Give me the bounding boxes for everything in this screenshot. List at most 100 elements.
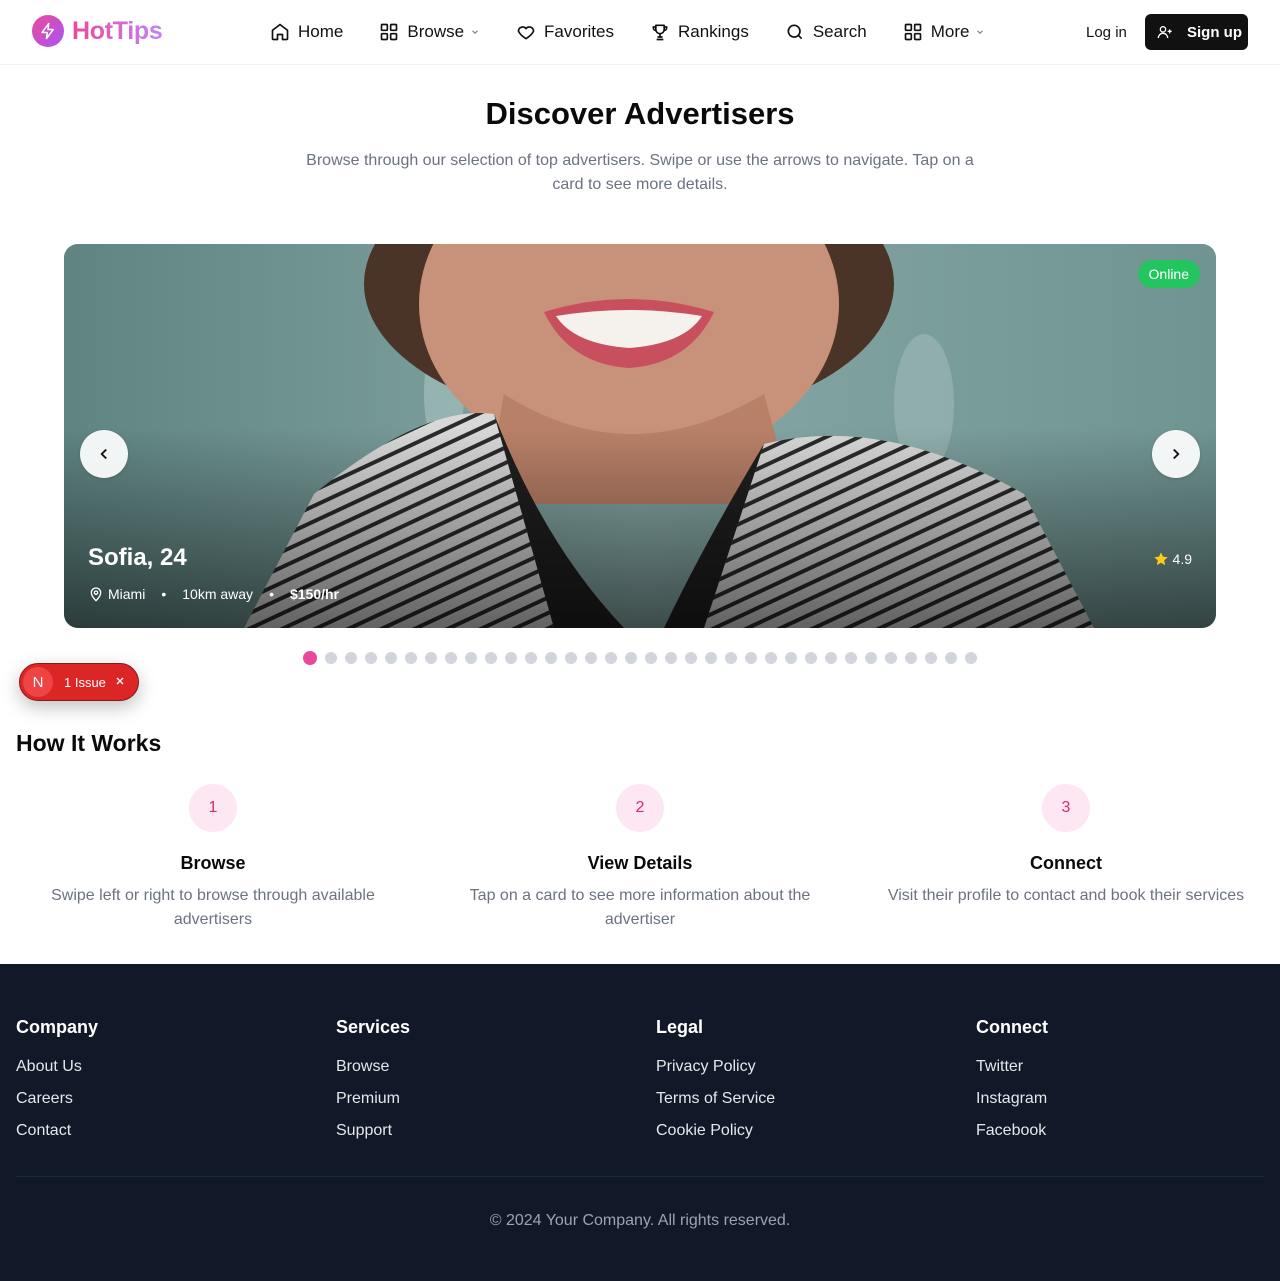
step-description: Visit their profile to contact and book … [887, 887, 1245, 904]
online-badge: Online [1137, 260, 1200, 288]
copyright: © 2024 Your Company. All rights reserved… [489, 1212, 791, 1229]
trophy-icon [652, 24, 668, 41]
close-icon[interactable] [114, 674, 126, 691]
footer-divider [16, 1176, 1264, 1177]
carousel-dots [303, 651, 977, 665]
carousel-dot[interactable] [625, 652, 637, 664]
carousel-dot[interactable] [925, 652, 937, 664]
carousel-dot[interactable] [585, 652, 597, 664]
nav-favorites[interactable]: Favorites [516, 20, 614, 44]
carousel-dot[interactable] [945, 652, 957, 664]
chevron-left-icon [100, 448, 107, 460]
nav-search[interactable]: Search [785, 20, 867, 44]
next-button[interactable] [1152, 430, 1200, 478]
footer-link[interactable]: Twitter [976, 1057, 1048, 1089]
carousel-dot[interactable] [685, 652, 697, 664]
grid-icon [381, 23, 398, 41]
footer-link[interactable]: Instagram [976, 1089, 1048, 1121]
carousel-dot[interactable] [365, 652, 377, 664]
carousel-dot[interactable] [605, 652, 617, 664]
chevron-right-icon [1173, 448, 1180, 460]
carousel-dot[interactable] [825, 652, 837, 664]
nav-more[interactable]: More [903, 20, 986, 44]
issue-badge[interactable]: N 1 Issue [19, 663, 139, 701]
nav-rankings-label: Rankings [677, 22, 749, 41]
advertiser-name: Sofia, 24 [88, 544, 187, 571]
site-header: HotTips Home Browse Favorites Rankings S… [0, 0, 1280, 65]
map-pin-icon [90, 587, 102, 602]
carousel-dot[interactable] [725, 652, 737, 664]
nav-more-label: More [930, 22, 970, 41]
step-number: 1 [189, 784, 237, 832]
footer-column-connect: Connect Twitter Instagram Facebook [976, 1017, 1048, 1153]
star-icon [1153, 552, 1168, 566]
brand-logo[interactable]: HotTips [32, 15, 163, 47]
footer-heading: Services [336, 1017, 411, 1037]
grid-icon [904, 23, 922, 41]
bolt-icon [32, 15, 64, 47]
step-title: Connect [1030, 853, 1102, 873]
signup-button[interactable]: Sign up [1145, 14, 1248, 50]
carousel-dot[interactable] [325, 652, 337, 664]
carousel-dot[interactable] [565, 652, 577, 664]
carousel-dot[interactable] [765, 652, 777, 664]
carousel-dot[interactable] [845, 652, 857, 664]
how-it-works-title: How It Works [16, 730, 162, 756]
issue-label: 1 Issue [64, 674, 106, 690]
login-link[interactable]: Log in [1086, 24, 1127, 41]
carousel-dot[interactable] [303, 651, 317, 665]
advertiser-rating: 4.9 [1153, 551, 1192, 567]
page-title: Discover Advertisers [485, 96, 795, 131]
carousel-dot[interactable] [345, 652, 357, 664]
carousel-dot[interactable] [665, 652, 677, 664]
advertiser-price: $150/hr [289, 586, 340, 602]
advertiser-location: Miami [108, 586, 146, 602]
carousel-dot[interactable] [485, 652, 497, 664]
footer-link[interactable]: Facebook [976, 1121, 1048, 1153]
footer-link[interactable]: About Us [16, 1057, 98, 1089]
footer-column-company: Company About Us Careers Contact [16, 1017, 98, 1153]
carousel-dot[interactable] [405, 652, 417, 664]
footer-link[interactable]: Browse [336, 1057, 410, 1089]
step-number: 3 [1042, 784, 1090, 832]
footer-link[interactable]: Contact [16, 1121, 98, 1153]
carousel-dot[interactable] [425, 652, 437, 664]
footer-link[interactable]: Terms of Service [656, 1089, 775, 1121]
advertiser-card[interactable]: Online Sofia, 24 Miami • 10km away • $15… [64, 244, 1216, 628]
carousel-dot[interactable] [785, 652, 797, 664]
step-browse: 1 Browse Swipe left or right to browse t… [23, 784, 403, 932]
carousel-dot[interactable] [465, 652, 477, 664]
carousel-dot[interactable] [385, 652, 397, 664]
advertiser-meta: Miami • 10km away • $150/hr [88, 586, 339, 602]
user-plus-icon [1157, 26, 1172, 39]
carousel-dot[interactable] [705, 652, 717, 664]
footer-link[interactable]: Privacy Policy [656, 1057, 775, 1089]
nav-home[interactable]: Home [270, 20, 343, 44]
carousel-dot[interactable] [505, 652, 517, 664]
carousel-dot[interactable] [865, 652, 877, 664]
issue-initial: N [23, 667, 53, 697]
step-number: 2 [616, 784, 664, 832]
carousel-dot[interactable] [745, 652, 757, 664]
footer-heading: Legal [656, 1017, 704, 1037]
carousel-dot[interactable] [525, 652, 537, 664]
signup-label: Sign up [1187, 23, 1242, 41]
nav-rankings[interactable]: Rankings [650, 20, 749, 44]
step-view-details: 2 View Details Tap on a card to see more… [450, 784, 830, 932]
step-connect: 3 Connect Visit their profile to contact… [876, 784, 1256, 908]
carousel-dot[interactable] [805, 652, 817, 664]
footer-link[interactable]: Support [336, 1121, 410, 1153]
footer-link[interactable]: Cookie Policy [656, 1121, 775, 1153]
footer-heading: Connect [976, 1017, 1048, 1037]
nav-browse[interactable]: Browse [379, 20, 480, 44]
footer-link[interactable]: Premium [336, 1089, 410, 1121]
footer-link[interactable]: Careers [16, 1089, 98, 1121]
carousel-dot[interactable] [885, 652, 897, 664]
step-description: Swipe left or right to browse through av… [51, 887, 375, 928]
carousel-dot[interactable] [905, 652, 917, 664]
carousel-dot[interactable] [965, 652, 977, 664]
carousel-dot[interactable] [645, 652, 657, 664]
carousel-dot[interactable] [445, 652, 457, 664]
previous-button[interactable] [80, 430, 128, 478]
carousel-dot[interactable] [545, 652, 557, 664]
